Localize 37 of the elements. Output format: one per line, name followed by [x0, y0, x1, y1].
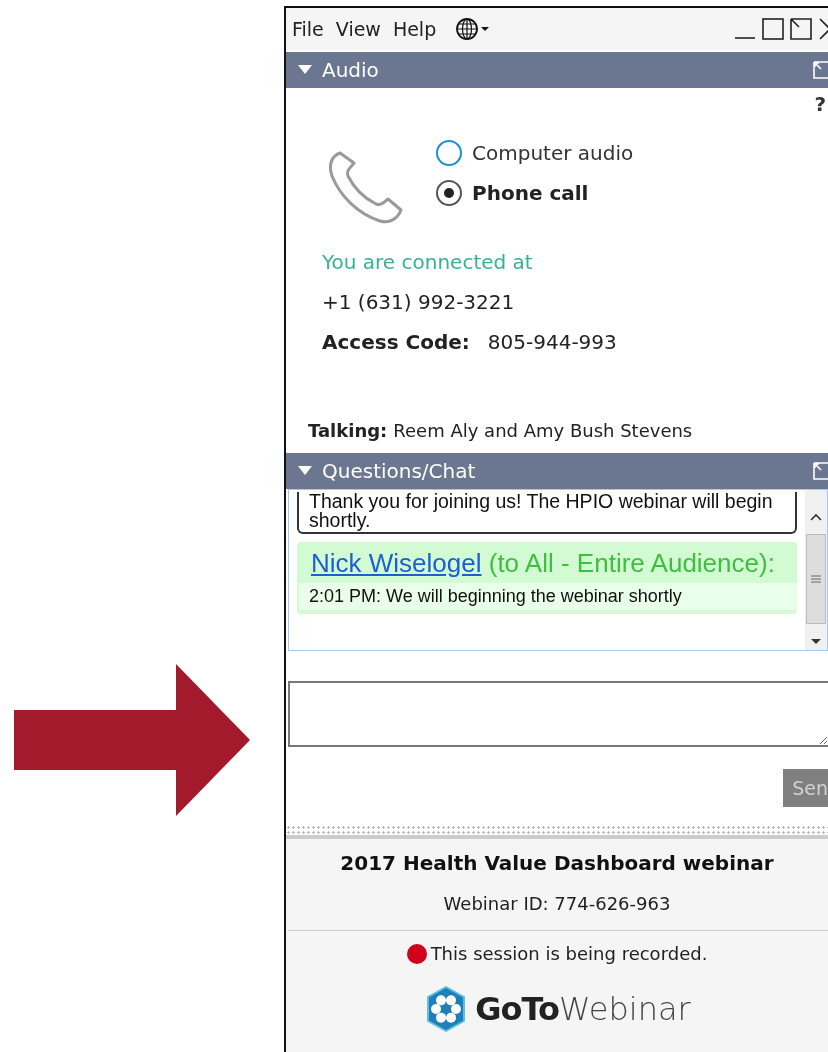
- scroll-up-icon[interactable]: [810, 512, 822, 522]
- globe-icon[interactable]: [456, 17, 491, 41]
- sender-link[interactable]: Nick Wiselogel: [311, 548, 482, 578]
- scroll-down-icon[interactable]: [810, 636, 822, 646]
- radio-icon[interactable]: [436, 140, 462, 166]
- collapse-icon[interactable]: [298, 466, 312, 476]
- message-text: 2:01 PM: We will beginning the webinar shortly: [299, 583, 797, 610]
- grip-icon[interactable]: [811, 574, 821, 584]
- collapse-icon[interactable]: [298, 65, 312, 75]
- menu-item[interactable]: View: [335, 18, 381, 40]
- maximize-icon[interactable]: [762, 18, 784, 40]
- help-icon[interactable]: ?: [814, 92, 826, 116]
- webinar-id: Webinar ID: 774-626-963: [443, 893, 671, 914]
- status-text: You are connected at: [322, 250, 534, 274]
- system-message: Thank you for joining us! The HPIO webinar will begin shortly.: [297, 492, 797, 534]
- radio-option[interactable]: Phone call: [436, 180, 634, 206]
- chat-input-field[interactable]: [288, 681, 828, 747]
- menu-item[interactable]: Help: [392, 18, 437, 40]
- popout-icon[interactable]: [790, 18, 812, 40]
- scrollbar[interactable]: [805, 490, 827, 650]
- menu-item[interactable]: File: [292, 18, 324, 40]
- radio-icon[interactable]: [436, 180, 462, 206]
- radio-option[interactable]: Computer audio: [436, 140, 634, 166]
- phone-icon: [326, 150, 404, 224]
- logo: GoToWebinar: [423, 986, 691, 1032]
- panel-header[interactable]: Questions/Chat: [286, 453, 828, 489]
- audience-text: (to All - Entire Audience):: [488, 548, 775, 578]
- phone-number: +1 (631) 992-3221: [322, 290, 516, 314]
- access-code-label: Access Code:: [322, 330, 470, 354]
- splitter-handle[interactable]: [286, 825, 828, 839]
- webinar-title: 2017 Health Value Dashboard webinar: [340, 851, 774, 875]
- access-code: 805-944-993: [487, 330, 617, 354]
- panel-header[interactable]: Audio: [286, 52, 828, 88]
- talking-names: Reem Aly and Amy Bush Stevens: [393, 420, 693, 441]
- arrow-icon: [14, 664, 250, 816]
- talking-label: Talking:: [308, 420, 388, 441]
- recording-notice: This session is being recorded.: [430, 943, 708, 964]
